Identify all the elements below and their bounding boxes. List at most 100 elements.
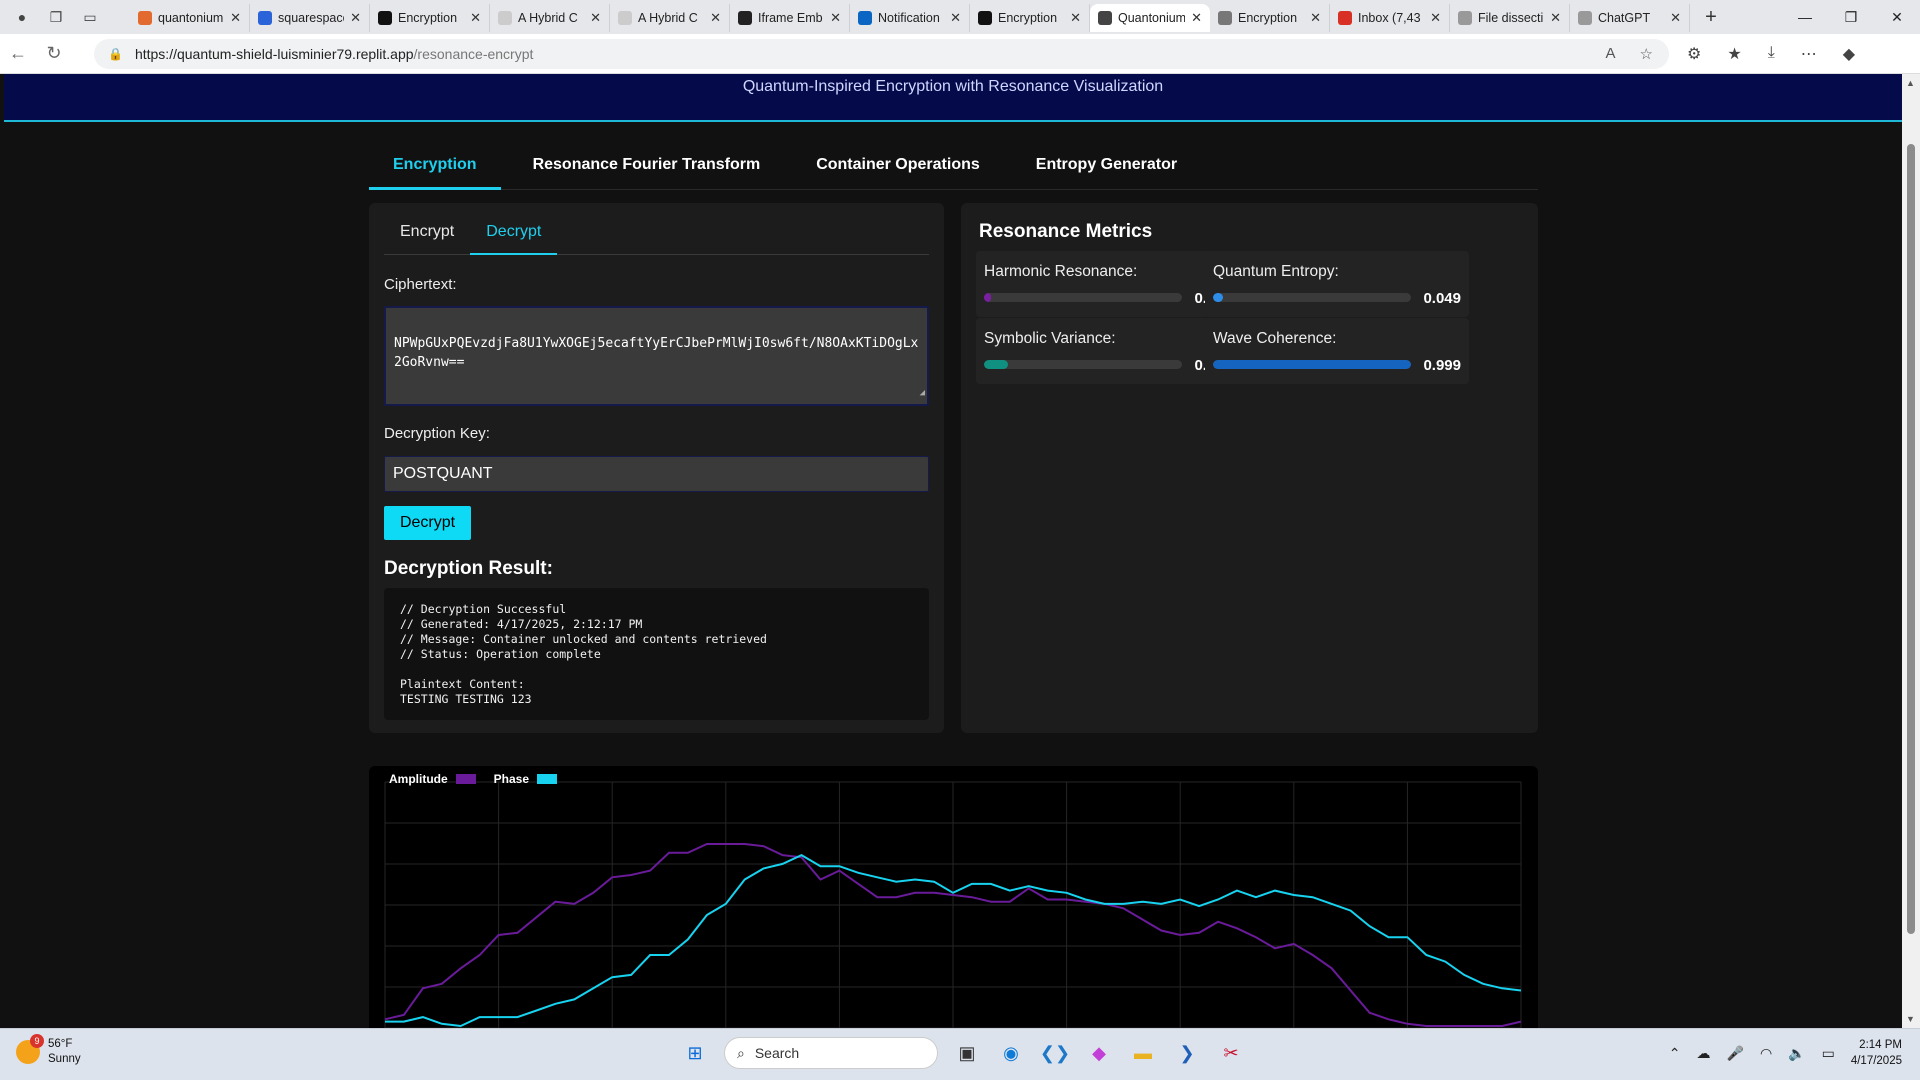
browser-tab[interactable]: File dissecti ✕ xyxy=(1450,4,1570,32)
decryption-key-input[interactable]: POSTQUANT xyxy=(384,456,929,492)
tab-title: squarespace xyxy=(278,11,345,25)
back-icon[interactable]: ← xyxy=(0,43,36,64)
close-window-icon[interactable]: ✕ xyxy=(1874,0,1920,34)
page-scrollbar[interactable]: ▲ ▼ xyxy=(1902,74,1920,1028)
metric-bar-fill xyxy=(984,293,991,302)
browser-tab[interactable]: A Hybrid C ✕ xyxy=(610,4,730,32)
file-explorer-icon[interactable]: ▬ xyxy=(1128,1038,1158,1068)
vertical-tabs-icon[interactable]: ▭ xyxy=(80,7,100,27)
snipping-tool-icon[interactable]: ✂ xyxy=(1216,1038,1246,1068)
tab-close-icon[interactable]: ✕ xyxy=(1310,10,1321,26)
weather-temperature: 56°F xyxy=(48,1038,73,1050)
tab-close-icon[interactable]: ✕ xyxy=(830,10,841,26)
menu-icon[interactable]: ⋯ xyxy=(1801,44,1817,64)
browser-tab[interactable]: squarespace ✕ xyxy=(250,4,370,32)
vscode-icon[interactable]: ❮❯ xyxy=(1040,1038,1070,1068)
profile-icon[interactable]: ● xyxy=(12,7,32,27)
subtab-encrypt[interactable]: Encrypt xyxy=(384,217,470,255)
tab-favicon-icon xyxy=(1578,11,1592,25)
metric-card: Harmonic Resonance:0.033 xyxy=(976,251,1240,317)
browser-tab[interactable]: ChatGPT ✕ xyxy=(1570,4,1690,32)
tab-close-icon[interactable]: ✕ xyxy=(1670,10,1681,26)
main-tab-entropy-generator[interactable]: Entropy Generator xyxy=(1012,144,1201,190)
tab-favicon-icon xyxy=(1098,11,1112,25)
tab-close-icon[interactable]: ✕ xyxy=(230,10,241,26)
volume-icon[interactable]: 🔈 xyxy=(1788,1045,1805,1062)
browser-tab[interactable]: quantonium ✕ xyxy=(130,4,250,32)
task-view-icon[interactable]: ▣ xyxy=(952,1038,982,1068)
ciphertext-value: NPWpGUxPQEvzdjFa8U1YwXOGEj5ecaftYyErCJbe… xyxy=(394,336,919,370)
resonance-metrics-title: Resonance Metrics xyxy=(979,221,1153,242)
subtab-decrypt[interactable]: Decrypt xyxy=(470,217,558,255)
refresh-icon[interactable]: ↻ xyxy=(36,43,72,64)
workspaces-icon[interactable]: ❐ xyxy=(46,7,66,27)
legend-amplitude-swatch xyxy=(455,774,476,784)
tab-close-icon[interactable]: ✕ xyxy=(950,10,961,26)
tab-close-icon[interactable]: ✕ xyxy=(1070,10,1081,26)
main-tab-resonance-fourier-transform[interactable]: Resonance Fourier Transform xyxy=(509,144,785,190)
metric-card: Quantum Entropy: 0.049 xyxy=(1205,251,1469,317)
weather-condition: Sunny xyxy=(48,1053,81,1065)
address-bar: ← ↻ 🔒 https://quantum-shield-luisminier7… xyxy=(0,34,1920,74)
tab-close-icon[interactable]: ✕ xyxy=(350,10,361,26)
metric-card: Wave Coherence: 0.999 xyxy=(1205,318,1469,384)
browser-tab[interactable]: Encryption ✕ xyxy=(1210,4,1330,32)
tab-favicon-icon xyxy=(858,11,872,25)
metric-value: 0.999 xyxy=(1423,357,1461,374)
minimize-icon[interactable]: — xyxy=(1782,0,1828,34)
scrollbar-thumb[interactable] xyxy=(1907,144,1915,934)
copilot-taskbar-icon[interactable]: ◆ xyxy=(1084,1038,1114,1068)
weather-badge: 9 xyxy=(30,1034,44,1048)
tab-title: Encryption xyxy=(998,11,1058,25)
powershell-icon[interactable]: ❯ xyxy=(1172,1038,1202,1068)
extensions-icon[interactable]: ⚙ xyxy=(1687,44,1701,64)
ciphertext-textarea[interactable]: NPWpGUxPQEvzdjFa8U1YwXOGEj5ecaftYyErCJbe… xyxy=(384,306,929,406)
main-tab-encryption[interactable]: Encryption xyxy=(369,144,501,190)
tab-close-icon[interactable]: ✕ xyxy=(1550,10,1561,26)
copilot-icon[interactable]: ◆ xyxy=(1843,44,1855,64)
restore-icon[interactable]: ❐ xyxy=(1828,0,1874,34)
downloads-icon[interactable]: ⤓ xyxy=(1768,44,1775,64)
tab-title: Encryption xyxy=(1238,11,1298,25)
scroll-down-icon[interactable]: ▼ xyxy=(1906,1014,1915,1024)
tab-close-icon[interactable]: ✕ xyxy=(1191,10,1202,26)
edge-icon[interactable]: ◉ xyxy=(996,1038,1026,1068)
resize-grip-icon[interactable]: ◢ xyxy=(920,384,925,403)
toolbar-right: ⚙ ★ ⤓ ⋯ ◆ xyxy=(1687,44,1855,64)
battery-icon[interactable]: ▭ xyxy=(1822,1045,1835,1062)
microphone-icon[interactable]: 🎤 xyxy=(1727,1045,1744,1062)
cloud-icon[interactable]: ☁ xyxy=(1697,1045,1711,1062)
browser-tab[interactable]: A Hybrid C ✕ xyxy=(490,4,610,32)
start-icon[interactable]: ⊞ xyxy=(680,1038,710,1068)
new-tab-button[interactable]: + xyxy=(1696,6,1726,29)
browser-tab[interactable]: Encryption ✕ xyxy=(970,4,1090,32)
legend-amplitude-label: Amplitude xyxy=(389,772,448,786)
browser-tab[interactable]: Inbox (7,43 ✕ xyxy=(1330,4,1450,32)
tab-close-icon[interactable]: ✕ xyxy=(1430,10,1441,26)
url-field[interactable]: 🔒 https://quantum-shield-luisminier79.re… xyxy=(94,38,1669,69)
header-banner: Quantum-Inspired Encryption with Resonan… xyxy=(4,74,1902,122)
metric-name: Quantum Entropy: xyxy=(1213,263,1339,280)
tab-close-icon[interactable]: ✕ xyxy=(590,10,601,26)
sun-icon: 9 xyxy=(16,1034,44,1064)
browser-tab[interactable]: Iframe Emb ✕ xyxy=(730,4,850,32)
main-tab-container-operations[interactable]: Container Operations xyxy=(792,144,1004,190)
clock[interactable]: 2:14 PM 4/17/2025 xyxy=(1851,1037,1902,1069)
weather-widget[interactable]: 9 56°F Sunny xyxy=(16,1034,81,1067)
waveform-chart: Amplitude Phase xyxy=(369,766,1538,1028)
scroll-up-icon[interactable]: ▲ xyxy=(1906,78,1915,88)
browser-tab[interactable]: Encryption ✕ xyxy=(370,4,490,32)
browser-tab[interactable]: Notification ✕ xyxy=(850,4,970,32)
tab-close-icon[interactable]: ✕ xyxy=(470,10,481,26)
chevron-up-icon[interactable]: ⌃ xyxy=(1669,1045,1681,1062)
read-aloud-icon[interactable]: A xyxy=(1606,45,1616,63)
taskbar-search[interactable]: ⌕ Search xyxy=(724,1037,938,1069)
decrypt-button[interactable]: Decrypt xyxy=(384,506,471,540)
browser-tab[interactable]: Quantonium ✕ xyxy=(1090,4,1210,32)
lock-icon[interactable]: 🔒 xyxy=(108,47,123,61)
favorites-icon[interactable]: ★ xyxy=(1727,44,1741,64)
favorite-star-icon[interactable]: ☆ xyxy=(1640,45,1653,63)
tab-close-icon[interactable]: ✕ xyxy=(710,10,721,26)
wifi-icon[interactable]: ◠ xyxy=(1760,1045,1772,1062)
browser-left-controls: ● ❐ ▭ xyxy=(0,7,130,27)
